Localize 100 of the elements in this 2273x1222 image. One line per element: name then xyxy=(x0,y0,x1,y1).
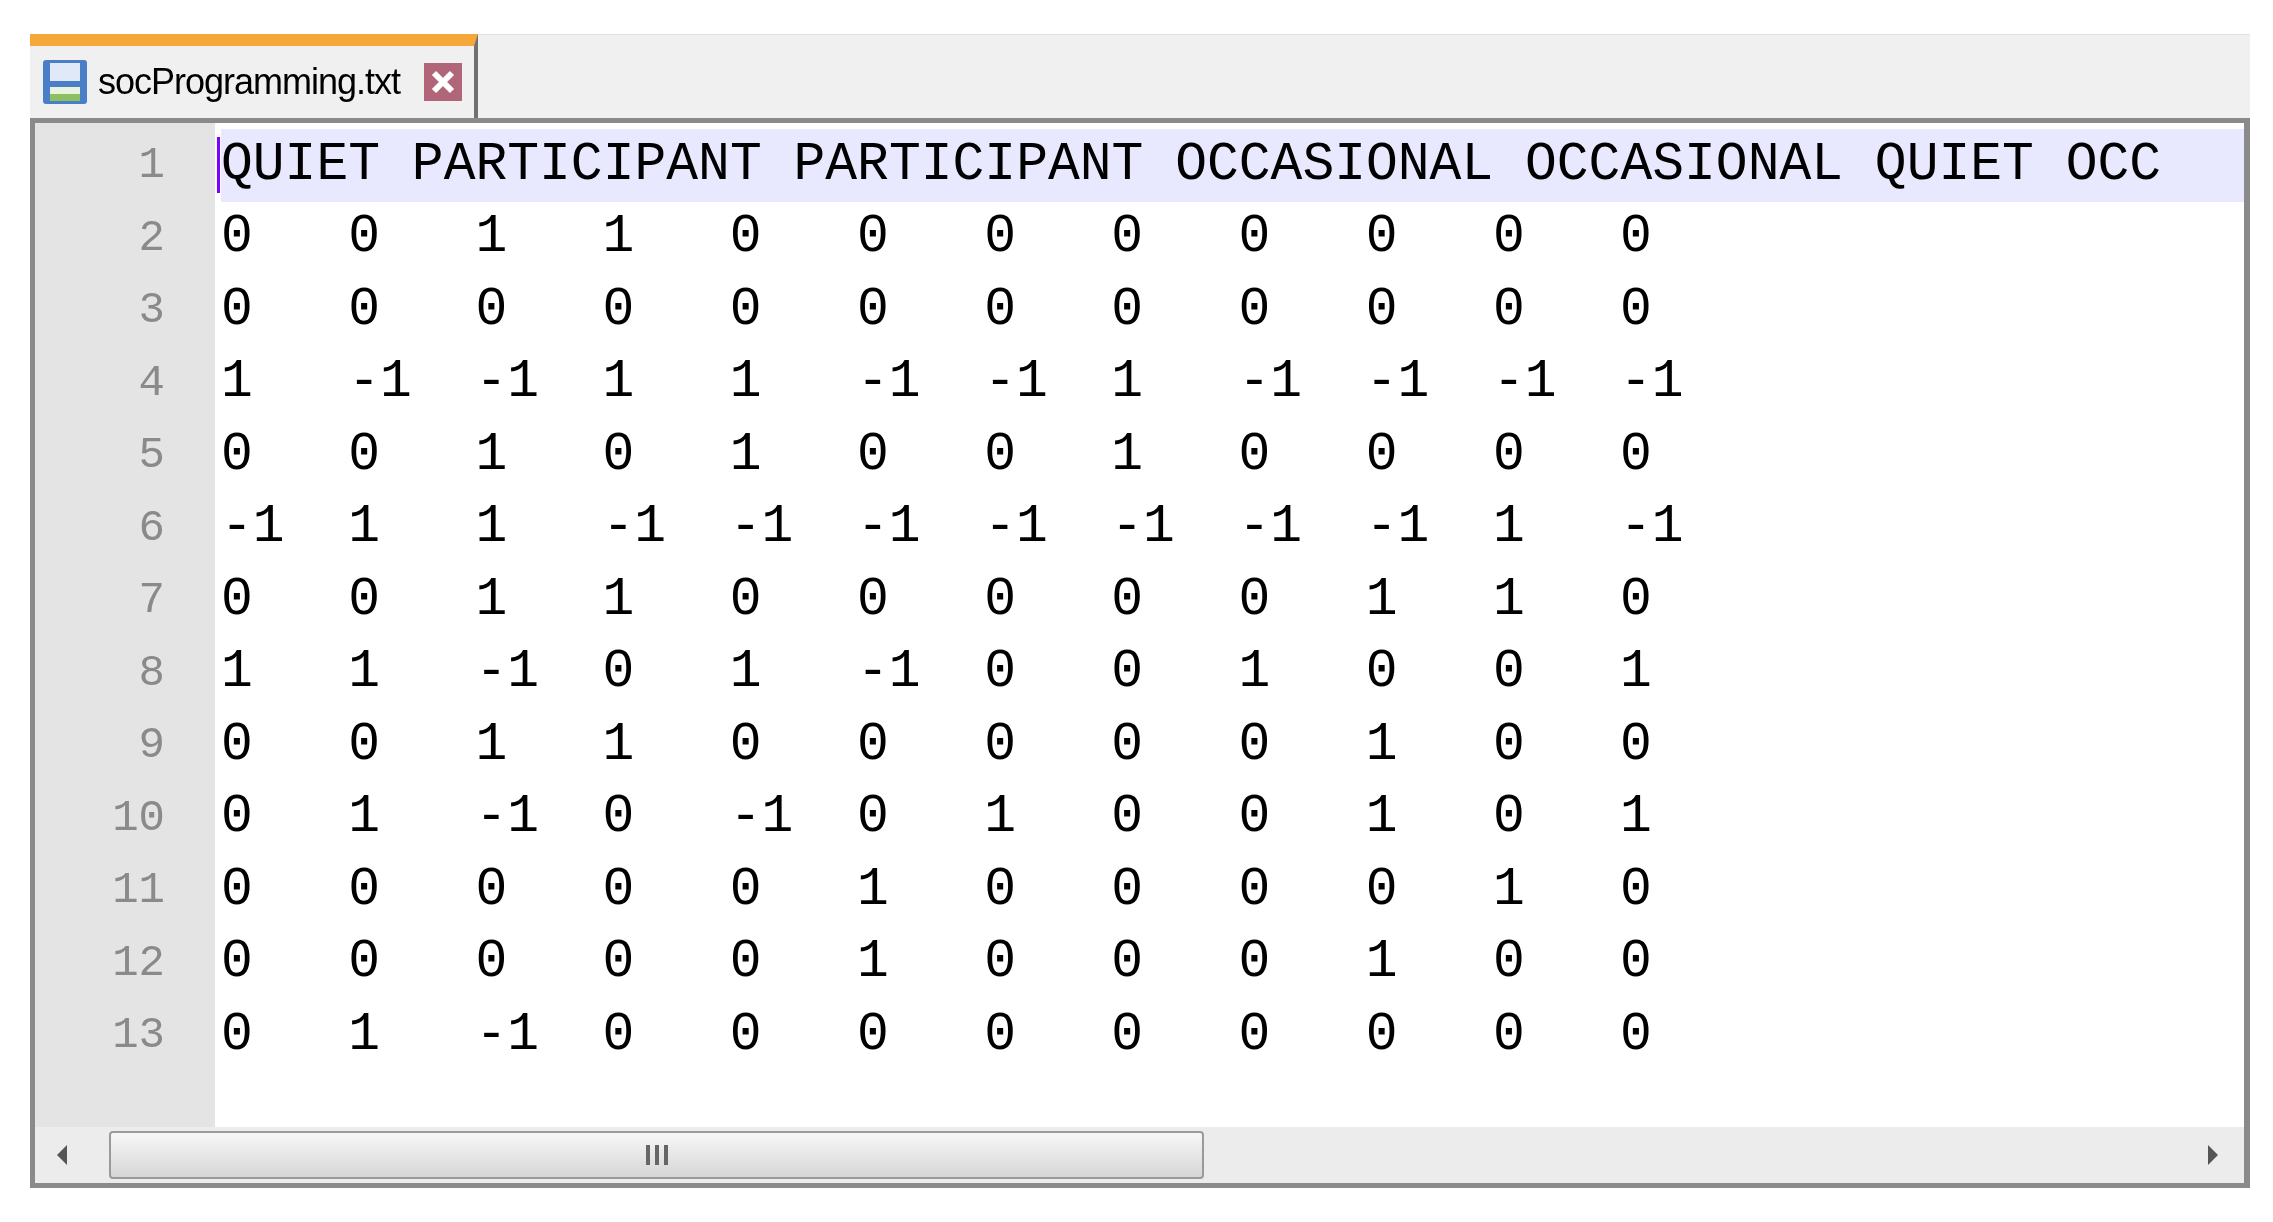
value-text: 0 xyxy=(475,279,508,340)
value-text: 0 xyxy=(984,859,1016,920)
value-text: -1 xyxy=(1620,352,1684,412)
value-text: 0 xyxy=(1238,207,1271,267)
value-text: 0 xyxy=(1492,642,1525,702)
value-text: -1 xyxy=(475,1004,539,1065)
line-number: 12 xyxy=(112,936,165,990)
value-text: 1 xyxy=(1492,859,1525,920)
value-text: 0 xyxy=(1238,859,1271,920)
value-text: 0 xyxy=(1238,714,1271,775)
value-text: 0 xyxy=(1492,714,1525,775)
line-number: 10 xyxy=(112,791,165,845)
horizontal-scrollbar[interactable] xyxy=(35,1127,2244,1183)
value-text: -1 xyxy=(475,642,539,702)
value-text: 0 xyxy=(1111,714,1144,775)
value-text: 0 xyxy=(1238,569,1271,630)
value-text: 1 xyxy=(1111,424,1144,485)
value-text: 0 xyxy=(1492,787,1525,847)
value-text: 0 xyxy=(729,279,762,340)
value-text: 0 xyxy=(475,932,508,992)
value-text: 1 xyxy=(729,424,762,485)
value-text: 0 xyxy=(1365,859,1398,920)
line-number: 11 xyxy=(112,864,165,918)
scroll-right-icon[interactable] xyxy=(2206,1144,2220,1166)
value-text: 1 xyxy=(348,1004,380,1065)
value-text: -1 xyxy=(1365,352,1430,412)
value-text: -1 xyxy=(475,352,539,412)
value-text: 0 xyxy=(602,424,635,485)
value-text: 0 xyxy=(729,859,762,920)
value-text: 0 xyxy=(729,569,762,630)
value-text: 0 xyxy=(221,787,253,847)
value-text: 0 xyxy=(475,859,508,920)
value-text: -1 xyxy=(1238,497,1303,557)
value-text: 0 xyxy=(1620,932,1652,992)
line-number: 9 xyxy=(138,719,165,773)
value-text: 1 xyxy=(729,642,762,702)
value-text: 1 xyxy=(729,352,762,412)
value-text: 1 xyxy=(602,569,635,630)
value-text: 0 xyxy=(1365,642,1398,702)
value-text: 0 xyxy=(984,569,1016,630)
value-text: 0 xyxy=(1620,1004,1652,1065)
line-number: 2 xyxy=(138,211,165,265)
value-text: 0 xyxy=(1111,642,1144,702)
value-text: 1 xyxy=(221,642,253,702)
value-text: 1 xyxy=(1238,642,1271,702)
value-text: -1 xyxy=(856,642,921,702)
value-text: 0 xyxy=(221,424,253,485)
value-text: 0 xyxy=(1238,787,1271,847)
value-text: 0 xyxy=(1238,279,1271,340)
value-text: 1 xyxy=(1365,787,1398,847)
value-text: 0 xyxy=(602,932,635,992)
value-text: 1 xyxy=(1365,714,1398,775)
value-text: 0 xyxy=(1492,424,1525,485)
value-text: 0 xyxy=(729,207,762,267)
value-text: 0 xyxy=(221,714,253,775)
grip-icon xyxy=(643,1144,670,1166)
value-text: 0 xyxy=(602,1004,635,1065)
value-text: 0 xyxy=(348,859,380,920)
close-icon[interactable] xyxy=(424,63,463,101)
line-number: 1 xyxy=(138,139,165,193)
tab-label: socProgramming.txt xyxy=(98,60,401,104)
value-text: 1 xyxy=(602,207,635,267)
scrollbar-thumb[interactable] xyxy=(109,1131,1204,1179)
value-text: -1 xyxy=(856,497,921,557)
value-text: 1 xyxy=(856,859,889,920)
value-text: -1 xyxy=(1492,352,1557,412)
value-text: 1 xyxy=(1365,932,1398,992)
value-text: 0 xyxy=(856,569,889,630)
value-text: 0 xyxy=(1111,1004,1144,1065)
line-number: 3 xyxy=(138,284,165,338)
value-text: 1 xyxy=(475,714,508,775)
value-text: 0 xyxy=(729,1004,762,1065)
value-text: 0 xyxy=(1111,569,1144,630)
scroll-left-icon[interactable] xyxy=(55,1144,69,1166)
value-text: 0 xyxy=(602,279,635,340)
line-text: QUIET PARTICIPANT PARTICIPANT OCCASIONAL OCCASIONAL QUIET OCC xyxy=(221,133,2162,197)
line-number: 13 xyxy=(112,1009,165,1063)
value-text: 1 xyxy=(1620,787,1652,847)
value-text: 0 xyxy=(1620,279,1652,340)
value-text: 0 xyxy=(984,642,1016,702)
value-text: 1 xyxy=(348,642,380,702)
value-text: 0 xyxy=(984,424,1016,485)
value-text: 0 xyxy=(1492,279,1525,340)
value-text: 0 xyxy=(1238,424,1271,485)
value-text: 1 xyxy=(1492,569,1525,630)
value-text: 1 xyxy=(475,424,508,485)
value-text: 0 xyxy=(1111,787,1144,847)
value-text: 0 xyxy=(984,207,1016,267)
value-text: -1 xyxy=(984,497,1048,557)
value-text: -1 xyxy=(729,497,794,557)
value-text: 0 xyxy=(1620,859,1652,920)
line-number: 4 xyxy=(138,356,165,410)
value-text: 0 xyxy=(1620,569,1652,630)
value-text: 0 xyxy=(984,1004,1016,1065)
file-tab[interactable]: socProgramming.txt xyxy=(30,34,479,118)
value-text: 1 xyxy=(1111,352,1144,412)
value-text: 1 xyxy=(475,569,508,630)
value-text: -1 xyxy=(856,352,921,412)
value-text: 1 xyxy=(1492,497,1525,557)
value-text: 0 xyxy=(602,859,635,920)
